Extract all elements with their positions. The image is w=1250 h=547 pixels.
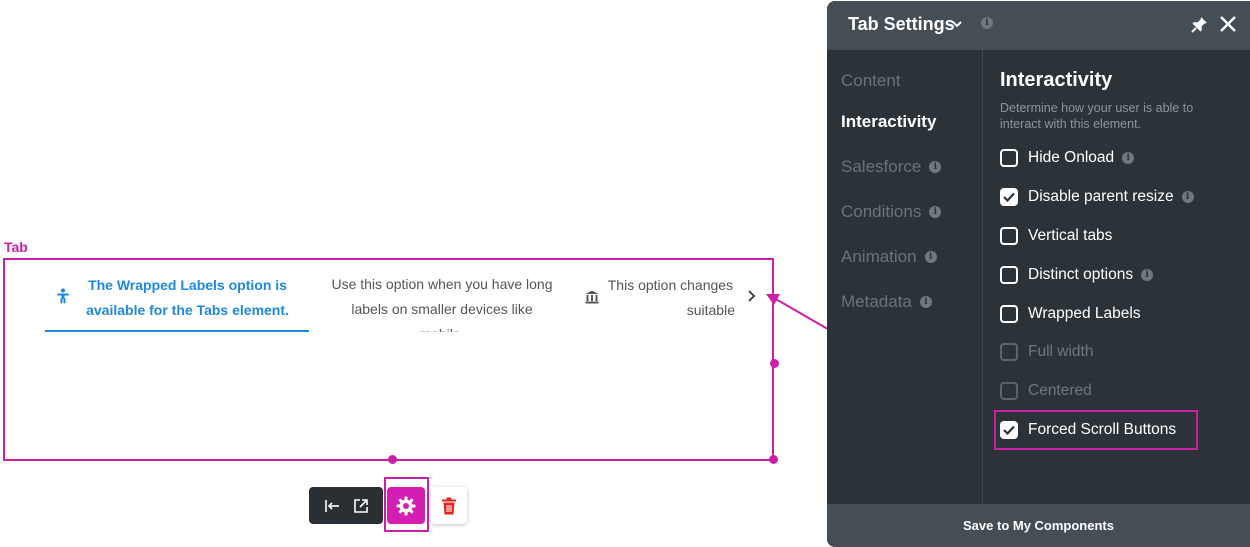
option-full-width: Full width [1000,340,1093,364]
option-label: Hide Onload [1028,149,1115,166]
tab-label: This option changes the tab labels to fi… [607,277,735,318]
checkbox-checked[interactable] [1000,188,1018,206]
option-centered: Centered [1000,379,1092,403]
resize-handle-corner[interactable] [769,455,778,464]
nav-item-interactivity[interactable]: Interactivity [841,112,936,132]
option-label: Centered [1028,382,1092,399]
checkbox-disabled [1000,343,1018,361]
info-icon[interactable]: i [1141,269,1154,281]
info-icon[interactable]: i [1181,191,1194,203]
nav-item-animation[interactable]: Animation i [841,247,937,267]
settings-nav: Content Interactivity Salesforce i Condi… [827,50,983,505]
nav-label: Salesforce [841,157,922,176]
settings-button[interactable] [387,487,425,524]
info-icon[interactable]: i [929,206,942,218]
panel-header: Tab Settings i [827,1,1250,50]
info-icon[interactable]: i [929,161,942,173]
resize-handle-bottom[interactable] [388,455,397,464]
tab-item-3[interactable]: This option changes the tab labels to fi… [585,266,735,332]
section-title: Interactivity [1000,69,1113,91]
chevron-right-icon[interactable] [744,287,760,305]
info-icon[interactable]: i [919,296,932,308]
tab-label: The Wrapped Labels option is available f… [86,277,289,318]
tab-item-2[interactable]: Use this option when you have long label… [327,266,557,332]
nav-label: Animation [841,247,917,266]
save-to-components-button[interactable]: Save to My Components [827,504,1250,547]
forced-scroll-highlight [994,410,1198,450]
gear-icon [396,496,416,515]
option-distinct-options[interactable]: Distinct options i [1000,263,1154,287]
checkmark-icon [1003,192,1015,202]
option-vertical-tabs[interactable]: Vertical tabs [1000,224,1112,248]
chevron-down-icon[interactable] [951,18,963,30]
resize-handle-right[interactable] [770,359,779,368]
option-label: Full width [1028,343,1094,360]
info-icon[interactable]: i [981,17,993,29]
nav-item-content[interactable]: Content [841,71,901,91]
nav-item-conditions[interactable]: Conditions i [841,202,942,222]
element-tag-label: Tab [4,239,28,255]
close-icon[interactable] [1219,15,1237,33]
element-toolbar [309,487,383,524]
option-hide-onload[interactable]: Hide Onload i [1000,146,1135,170]
info-icon[interactable]: i [1122,152,1135,164]
settings-panel: Tab Settings i Content Interactivity Sal… [827,1,1250,547]
option-label: Distinct options [1028,266,1134,283]
section-description: Determine how your user is able to inter… [1000,101,1194,131]
option-label: Vertical tabs [1028,227,1113,244]
tab-item-1[interactable]: The Wrapped Labels option is available f… [45,266,309,332]
accessibility-icon [57,288,69,304]
nav-item-salesforce[interactable]: Salesforce i [841,157,942,177]
align-left-icon[interactable] [323,497,341,515]
checkbox-disabled [1000,382,1018,400]
nav-label: Content [841,71,901,90]
nav-item-metadata[interactable]: Metadata i [841,292,932,312]
tab-label: Use this option when you have long label… [331,276,553,332]
trash-icon [442,497,456,514]
bank-icon [585,290,599,304]
nav-label: Conditions [841,202,922,221]
tabs-row: The Wrapped Labels option is available f… [45,266,735,332]
option-label: Wrapped Labels [1028,305,1141,322]
option-wrapped-labels[interactable]: Wrapped Labels [1000,302,1141,326]
nav-label: Interactivity [841,112,937,131]
open-external-icon[interactable] [352,497,370,515]
checkbox[interactable] [1000,305,1018,323]
panel-title[interactable]: Tab Settings [848,14,955,35]
pin-icon[interactable] [1191,16,1208,33]
info-icon[interactable]: i [924,251,937,263]
delete-button[interactable] [431,487,467,524]
option-disable-parent-resize[interactable]: Disable parent resize i [1000,185,1194,209]
checkbox[interactable] [1000,149,1018,167]
nav-label: Metadata [841,292,912,311]
checkbox[interactable] [1000,266,1018,284]
checkbox[interactable] [1000,227,1018,245]
option-label: Disable parent resize [1028,188,1174,205]
